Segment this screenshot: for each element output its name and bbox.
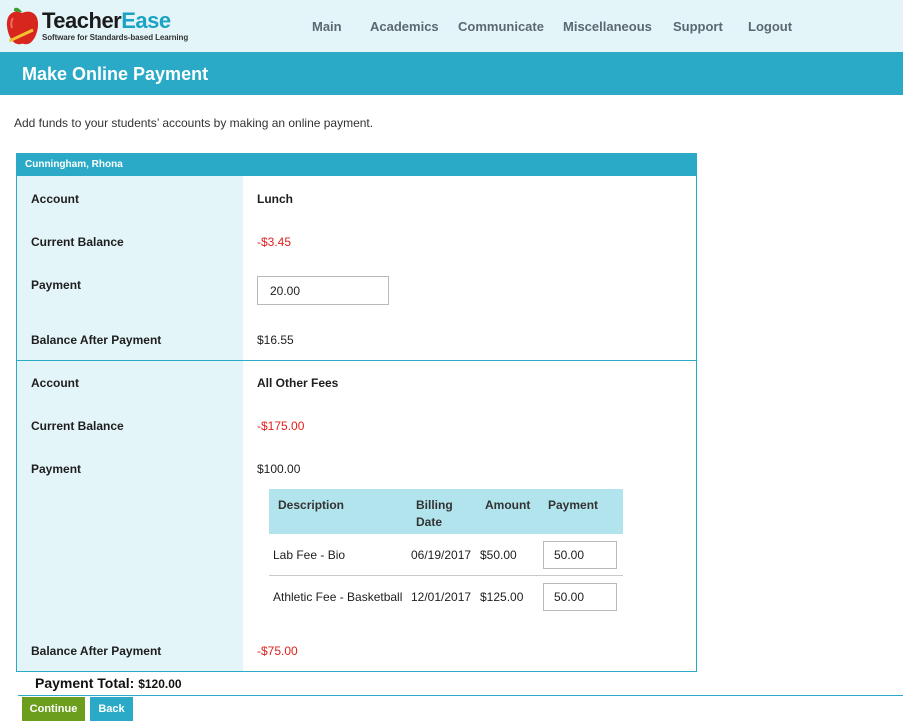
table-row: Athletic Fee - Basketball 12/01/2017 $12… (269, 576, 623, 618)
lunch-balance-label: Current Balance (31, 235, 124, 249)
student-payment-panel: Cunningham, Rhona Account Lunch Current … (16, 153, 697, 672)
top-header: TeacherEase Software for Standards-based… (0, 0, 903, 52)
fees-after-value: -$75.00 (257, 644, 298, 658)
fees-balance-value: -$175.00 (257, 419, 305, 433)
nav-miscellaneous[interactable]: Miscellaneous (563, 19, 652, 34)
lunch-payment-input[interactable] (257, 276, 389, 305)
account-divider (17, 360, 696, 361)
fees-account-label: Account (31, 376, 79, 390)
student-name: Cunningham, Rhona (25, 159, 123, 170)
fee-amount: $50.00 (480, 548, 517, 562)
nav-communicate[interactable]: Communicate (458, 19, 544, 34)
fee-description: Lab Fee - Bio (273, 548, 346, 562)
back-button[interactable]: Back (90, 697, 133, 721)
student-name-header: Cunningham, Rhona (17, 154, 696, 176)
teacherease-logo[interactable]: TeacherEase Software for Standards-based… (4, 2, 194, 50)
fee-payment-input[interactable] (543, 541, 617, 569)
col-payment: Payment (548, 498, 599, 512)
continue-button[interactable]: Continue (22, 697, 85, 721)
title-bar: Make Online Payment (0, 52, 903, 95)
fee-amount: $125.00 (480, 590, 524, 604)
lunch-account-label: Account (31, 192, 79, 206)
table-row: Lab Fee - Bio 06/19/2017 $50.00 (269, 534, 623, 576)
nav-support[interactable]: Support (673, 19, 723, 34)
fees-table-header: Description Billing Date Amount Payment (269, 489, 623, 534)
fees-payment-value: $100.00 (257, 462, 301, 476)
logo-tagline: Software for Standards-based Learning (42, 33, 189, 42)
lunch-payment-label: Payment (31, 278, 82, 292)
fee-billing-date: 12/01/2017 (411, 590, 472, 604)
page-title: Make Online Payment (22, 64, 209, 84)
fees-account-value: All Other Fees (257, 376, 339, 390)
intro-text: Add funds to your students’ accounts by … (14, 116, 374, 130)
payment-total-label: Payment Total: (35, 675, 135, 691)
lunch-after-label: Balance After Payment (31, 333, 162, 347)
nav-logout[interactable]: Logout (748, 19, 792, 34)
payment-total-amount: $120.00 (138, 677, 182, 691)
nav-academics[interactable]: Academics (370, 19, 439, 34)
lunch-after-value: $16.55 (257, 333, 294, 347)
fees-payment-label: Payment (31, 462, 82, 476)
payment-total: Payment Total: $120.00 (35, 675, 182, 691)
apple-icon (6, 7, 39, 45)
logo-wordmark: TeacherEase (42, 8, 171, 33)
nav-main[interactable]: Main (312, 19, 342, 34)
col-billing-date: Billing Date (416, 498, 453, 529)
lunch-account-value: Lunch (257, 192, 293, 206)
col-description: Description (278, 498, 345, 512)
fee-payment-input[interactable] (543, 583, 617, 611)
col-amount: Amount (485, 498, 531, 512)
fee-description: Athletic Fee - Basketball (273, 590, 403, 604)
fees-balance-label: Current Balance (31, 419, 124, 433)
fees-after-label: Balance After Payment (31, 644, 162, 658)
footer-divider (18, 695, 903, 696)
lunch-balance-value: -$3.45 (257, 235, 292, 249)
fee-billing-date: 06/19/2017 (411, 548, 472, 562)
